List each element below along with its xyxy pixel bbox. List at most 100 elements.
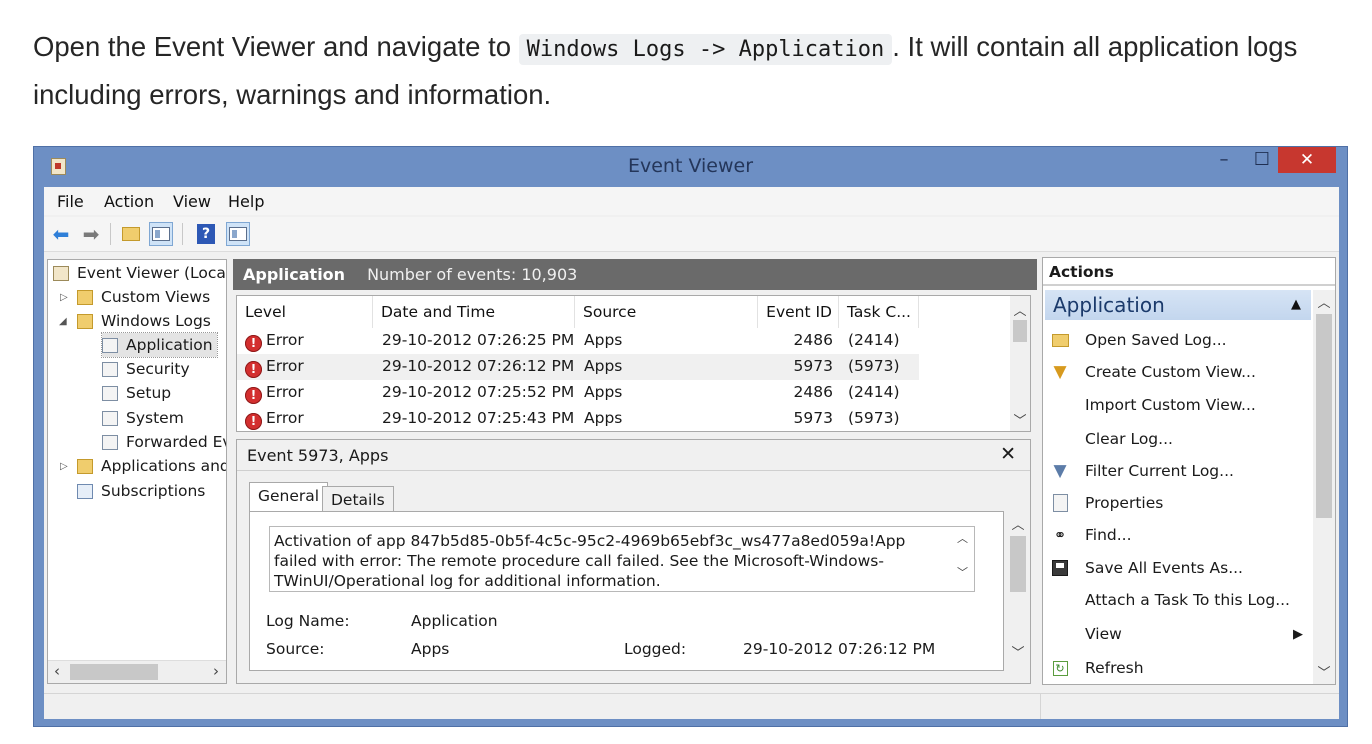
- detail-header: Event 5973, Apps ✕: [237, 440, 1030, 471]
- table-row[interactable]: ! Error 29-10-2012 07:25:43 PM Apps 5973 …: [237, 406, 919, 431]
- log-icon: [102, 361, 118, 377]
- refresh-icon: ↻: [1049, 658, 1071, 678]
- expand-arrow-icon[interactable]: ▷: [60, 461, 68, 472]
- forward-arrow-icon[interactable]: ➡: [79, 222, 103, 246]
- table-row[interactable]: ! Error 29-10-2012 07:25:52 PM Apps 2486 …: [237, 380, 919, 406]
- submenu-arrow-icon: ▶: [1293, 626, 1303, 642]
- table-row-selected[interactable]: ! Error 29-10-2012 07:26:12 PM Apps 5973 …: [237, 354, 919, 380]
- actions-vertical-scrollbar[interactable]: ︿ ﹀: [1313, 290, 1335, 684]
- tree-item-subscriptions[interactable]: Subscriptions: [77, 479, 205, 503]
- show-action-pane-icon[interactable]: [226, 222, 250, 246]
- blank-icon: [1049, 429, 1071, 449]
- scroll-thumb[interactable]: [1013, 320, 1027, 342]
- actions-pane: Actions Application ▲ Open Saved Log... …: [1042, 257, 1336, 685]
- event-viewer-icon: [53, 265, 69, 281]
- action-create-custom-view[interactable]: ▼ Create Custom View...: [1049, 357, 1311, 387]
- collapse-up-icon[interactable]: ▲: [1291, 290, 1301, 320]
- pane-header: Application Number of events: 10,903: [233, 259, 1037, 290]
- column-header-date[interactable]: Date and Time: [373, 296, 575, 328]
- scroll-up-icon[interactable]: ︿: [1313, 292, 1335, 311]
- status-bar: [44, 693, 1339, 719]
- error-icon: !: [245, 361, 262, 378]
- scroll-up-icon[interactable]: ︿: [1010, 300, 1030, 319]
- detail-vertical-scrollbar[interactable]: ︿ ﹀: [1008, 512, 1028, 662]
- properties-icon: [1049, 493, 1071, 513]
- tree-item-root[interactable]: Event Viewer (Local): [53, 261, 226, 285]
- menu-action[interactable]: Action: [104, 192, 154, 211]
- scroll-up-icon[interactable]: ︿: [1008, 514, 1028, 533]
- action-group-application[interactable]: Application ▲: [1045, 290, 1311, 320]
- action-import-custom-view[interactable]: Import Custom View...: [1049, 390, 1311, 420]
- action-filter-current-log[interactable]: ▼ Filter Current Log...: [1049, 456, 1311, 486]
- scroll-right-icon[interactable]: ›: [213, 662, 219, 680]
- action-attach-task[interactable]: Attach a Task To this Log...: [1049, 585, 1311, 615]
- event-viewer-window: Event Viewer – ☐ ✕ File Action View Help…: [33, 146, 1348, 727]
- expand-arrow-icon[interactable]: ▷: [60, 292, 68, 303]
- event-list: Level Date and Time Source Event ID Task…: [236, 295, 1031, 432]
- action-properties[interactable]: Properties: [1049, 488, 1311, 518]
- column-header-task[interactable]: Task C...: [839, 296, 919, 328]
- center-pane: Application Number of events: 10,903 Lev…: [233, 259, 1037, 685]
- scroll-down-icon[interactable]: ﹀: [1008, 642, 1028, 661]
- menu-view[interactable]: View: [173, 192, 211, 211]
- action-save-all-events[interactable]: Save All Events As...: [1049, 553, 1311, 583]
- tree-horizontal-scrollbar[interactable]: ‹ ›: [48, 660, 226, 683]
- column-header-event-id[interactable]: Event ID: [758, 296, 839, 328]
- filter-icon: ▼: [1053, 461, 1067, 481]
- navigation-tree: Event Viewer (Local) ▷ Custom Views ◢ Wi…: [47, 259, 227, 684]
- scroll-up-icon[interactable]: ︿: [957, 529, 968, 549]
- maximize-button[interactable]: ☐: [1247, 147, 1277, 173]
- folder-icon: [77, 313, 93, 329]
- scroll-thumb[interactable]: [70, 664, 158, 680]
- action-view[interactable]: View ▶: [1049, 619, 1311, 649]
- scroll-thumb[interactable]: [1316, 314, 1332, 518]
- tree-item-forwarded-events[interactable]: Forwarded Ev: [102, 430, 226, 454]
- event-description[interactable]: Activation of app 847b5d85-0b5f-4c5c-95c…: [269, 526, 975, 592]
- actions-header: Actions: [1043, 258, 1335, 286]
- menu-help[interactable]: Help: [228, 192, 264, 211]
- intro-text-before: Open the Event Viewer and navigate to: [33, 31, 519, 62]
- tree-item-custom-views[interactable]: Custom Views: [77, 285, 210, 309]
- blank-icon: [1049, 624, 1071, 644]
- list-vertical-scrollbar[interactable]: ︿ ﹀: [1010, 296, 1030, 431]
- show-hide-tree-icon[interactable]: [149, 222, 173, 246]
- action-refresh[interactable]: ↻ Refresh: [1049, 653, 1311, 683]
- column-header-source[interactable]: Source: [575, 296, 758, 328]
- column-header-level[interactable]: Level: [237, 296, 373, 328]
- tab-general[interactable]: General: [249, 482, 329, 512]
- scroll-down-icon[interactable]: ﹀: [957, 563, 968, 583]
- close-icon[interactable]: ✕: [1000, 443, 1016, 465]
- close-button[interactable]: ✕: [1278, 147, 1336, 173]
- logged-label: Logged:: [624, 640, 687, 658]
- intro-code: Windows Logs -> Application: [518, 34, 893, 65]
- table-row[interactable]: ! Error 29-10-2012 07:26:25 PM Apps 2486 …: [237, 328, 919, 354]
- scroll-left-icon[interactable]: ‹: [54, 662, 60, 680]
- minimize-button[interactable]: –: [1209, 147, 1239, 173]
- binoculars-icon: ⚭: [1053, 526, 1067, 544]
- error-icon: !: [245, 335, 262, 352]
- action-find[interactable]: ⚭ Find...: [1049, 520, 1311, 550]
- up-folder-icon[interactable]: [119, 222, 143, 246]
- action-clear-log[interactable]: Clear Log...: [1049, 424, 1311, 454]
- back-arrow-icon[interactable]: ⬅: [49, 222, 73, 246]
- tree-item-applications-services[interactable]: Applications and: [77, 454, 226, 478]
- error-icon: !: [245, 387, 262, 404]
- logged-value: 29-10-2012 07:26:12 PM: [743, 640, 936, 658]
- tree-item-system[interactable]: System: [102, 406, 184, 430]
- scroll-thumb[interactable]: [1010, 536, 1026, 592]
- scroll-down-icon[interactable]: ﹀: [1313, 662, 1335, 681]
- tree-item-application[interactable]: Application: [101, 332, 218, 358]
- title-bar[interactable]: Event Viewer – ☐ ✕: [34, 147, 1347, 187]
- scroll-down-icon[interactable]: ﹀: [1010, 410, 1030, 429]
- action-open-saved-log[interactable]: Open Saved Log...: [1049, 325, 1311, 355]
- collapse-arrow-icon[interactable]: ◢: [59, 316, 67, 327]
- menu-file[interactable]: File: [57, 192, 84, 211]
- tree-item-setup[interactable]: Setup: [102, 381, 171, 405]
- event-detail-pane: Event 5973, Apps ✕ General Details Activ…: [236, 439, 1031, 684]
- tree-item-security[interactable]: Security: [102, 357, 190, 381]
- folder-icon: [77, 458, 93, 474]
- tab-details[interactable]: Details: [322, 486, 394, 512]
- intro-paragraph: Open the Event Viewer and navigate to Wi…: [33, 24, 1353, 117]
- help-icon[interactable]: ?: [194, 222, 218, 246]
- tree-item-windows-logs[interactable]: Windows Logs: [77, 309, 211, 333]
